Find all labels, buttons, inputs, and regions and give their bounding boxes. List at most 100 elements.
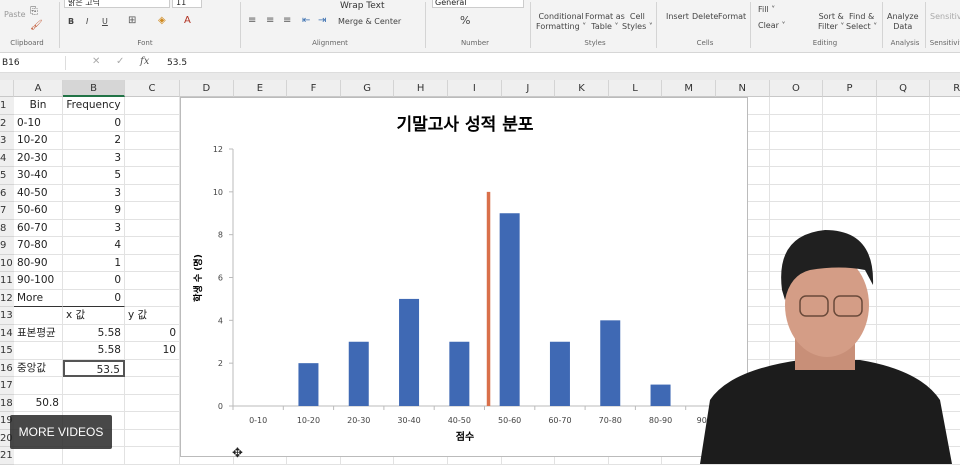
column-header-M[interactable]: M [662, 80, 716, 97]
cell-R5[interactable] [930, 167, 960, 185]
cell-C16[interactable] [125, 359, 180, 377]
percent-button[interactable]: % [460, 15, 470, 26]
cell-P6[interactable] [823, 184, 877, 202]
copy-icon[interactable]: ⎘ [30, 6, 38, 17]
cell-C5[interactable] [125, 167, 180, 185]
column-header-H[interactable]: H [394, 80, 448, 97]
cell-A2[interactable]: 0-10 [14, 114, 63, 132]
cell-B14[interactable]: 5.58 [63, 324, 125, 342]
cell-C15[interactable]: 10 [125, 342, 180, 360]
find-select-button[interactable]: Find & Select ˅ [846, 12, 877, 32]
cell-C20[interactable] [125, 429, 180, 447]
bold-button[interactable]: B [68, 17, 74, 27]
decrease-indent-icon[interactable]: ⇤ [302, 15, 310, 26]
bar-30-40[interactable] [399, 298, 420, 406]
more-videos-button[interactable]: MORE VIDEOS [10, 415, 112, 449]
column-header-L[interactable]: L [608, 80, 663, 97]
font-color-icon[interactable]: A [184, 15, 191, 26]
cell-O2[interactable] [769, 114, 824, 132]
cell-B16[interactable]: 53.5 [63, 359, 125, 377]
cell-A21[interactable] [14, 447, 63, 465]
bar-10-20[interactable] [298, 363, 319, 406]
cell-A1[interactable]: Bin [14, 97, 63, 115]
cell-O5[interactable] [769, 167, 824, 185]
row-header-1[interactable]: 1 [0, 97, 14, 115]
row-header-2[interactable]: 2 [0, 114, 14, 132]
wrap-text-button[interactable]: Wrap Text [340, 1, 385, 12]
cell-B7[interactable]: 9 [63, 202, 125, 220]
cell-A14[interactable]: 표본평균 [14, 324, 63, 342]
cell-C18[interactable] [125, 394, 180, 412]
cell-O3[interactable] [769, 132, 824, 150]
cell-P3[interactable] [823, 132, 877, 150]
cell-Q3[interactable] [876, 132, 931, 150]
cell-Q6[interactable] [876, 184, 931, 202]
paste-button[interactable]: Paste [4, 10, 26, 20]
row-header-5[interactable]: 5 [0, 167, 14, 185]
cell-B1[interactable]: Frequency [63, 97, 125, 115]
cell-B15[interactable]: 5.58 [63, 342, 125, 360]
cell-B5[interactable]: 5 [63, 167, 125, 185]
row-header-4[interactable]: 4 [0, 149, 14, 167]
column-header-N[interactable]: N [716, 80, 770, 97]
cell-A12[interactable]: More [14, 289, 63, 307]
cell-A15[interactable] [14, 342, 63, 360]
cell-Q4[interactable] [876, 149, 931, 167]
format-as-table-button[interactable]: Format as Table ˅ [585, 12, 625, 32]
cell-O6[interactable] [769, 184, 824, 202]
conditional-formatting-button[interactable]: Conditional Formatting ˅ [536, 12, 586, 32]
cell-A18[interactable]: 50.8 [14, 394, 63, 412]
italic-button[interactable]: I [86, 17, 88, 27]
column-header-E[interactable]: E [233, 80, 288, 97]
cell-A13[interactable] [14, 307, 63, 325]
column-header-K[interactable]: K [555, 80, 609, 97]
cell-A5[interactable]: 30-40 [14, 167, 63, 185]
cell-Q5[interactable] [876, 167, 931, 185]
format-button[interactable]: Format [718, 12, 746, 22]
cell-B12[interactable]: 0 [63, 289, 125, 307]
select-all-corner[interactable] [0, 80, 14, 97]
cell-P4[interactable] [823, 149, 877, 167]
cell-A7[interactable]: 50-60 [14, 202, 63, 220]
delete-button[interactable]: Delete [692, 12, 718, 22]
cell-C9[interactable] [125, 237, 180, 255]
row-header-3[interactable]: 3 [0, 132, 14, 150]
cell-C10[interactable] [125, 254, 180, 272]
column-header-R[interactable]: R [930, 80, 960, 97]
column-header-A[interactable]: A [14, 80, 63, 97]
cell-P2[interactable] [823, 114, 877, 132]
font-name-select[interactable]: 맑은 고딕 [64, 0, 170, 8]
bar-40-50[interactable] [449, 341, 470, 406]
cell-A11[interactable]: 90-100 [14, 272, 63, 290]
column-header-I[interactable]: I [448, 80, 502, 97]
row-header-16[interactable]: 16 [0, 359, 14, 377]
cell-R2[interactable] [930, 115, 960, 132]
borders-icon[interactable]: ⊞ [128, 15, 136, 26]
cell-A17[interactable] [14, 377, 63, 395]
cell-B9[interactable]: 4 [63, 237, 125, 255]
column-header-B[interactable]: B [63, 80, 125, 97]
cell-C21[interactable] [125, 447, 180, 465]
chart[interactable]: 기말고사 성적 분포 0 2 4 6 8 10 12 0-10 10-20 20-30 30-40 40… [180, 97, 748, 457]
row-header-9[interactable]: 9 [0, 237, 14, 255]
bar-70-80[interactable] [600, 320, 621, 406]
bar-80-90[interactable] [650, 384, 671, 406]
bar-50-60[interactable] [499, 213, 520, 406]
row-header-14[interactable]: 14 [0, 324, 14, 342]
column-header-C[interactable]: C [125, 80, 180, 97]
cell-C8[interactable] [125, 219, 180, 237]
column-header-O[interactable]: O [769, 80, 824, 97]
cell-C14[interactable]: 0 [125, 324, 180, 342]
cell-C19[interactable] [125, 412, 180, 430]
cell-R4[interactable] [930, 150, 960, 167]
enter-icon[interactable]: ✓ [116, 56, 124, 67]
row-header-18[interactable]: 18 [0, 394, 14, 412]
row-header-11[interactable]: 11 [0, 272, 14, 290]
cell-R6[interactable] [930, 185, 960, 202]
cell-R1[interactable] [930, 97, 960, 115]
clear-button[interactable]: Clear ˅ [758, 21, 785, 31]
cell-A16[interactable]: 중앙값 [14, 359, 63, 377]
cell-B18[interactable] [63, 394, 125, 412]
formula-input[interactable]: 53.5 [167, 56, 187, 70]
row-header-7[interactable]: 7 [0, 202, 14, 220]
